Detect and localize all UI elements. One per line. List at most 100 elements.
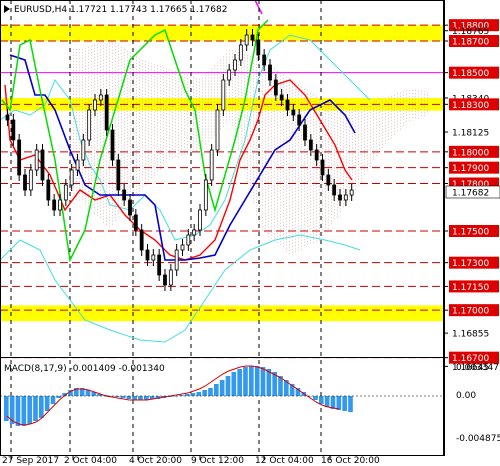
- candle-body: [326, 174, 331, 186]
- price-level-label: 1.17900: [452, 164, 489, 174]
- candle-body: [279, 94, 284, 101]
- candle-body: [168, 269, 173, 286]
- macd-bar: [348, 396, 353, 412]
- macd-bar: [126, 396, 132, 399]
- time-tick-label: 2 Oct 04:00: [64, 456, 117, 466]
- macd-scale-bottom: -0.004875: [456, 434, 500, 444]
- candle-body: [11, 119, 16, 141]
- macd-scale-top: 0.003347: [456, 363, 499, 373]
- macd-bar: [39, 396, 44, 418]
- candle-body: [198, 209, 202, 231]
- candle-body: [157, 254, 162, 276]
- candle-body: [332, 184, 337, 196]
- symbol-arrow-icon: [4, 5, 10, 13]
- macd-bar: [254, 366, 260, 396]
- macd-scale-zero: 0.00: [456, 391, 476, 401]
- price-level-label: 1.18700: [452, 38, 489, 48]
- macd-bar: [85, 390, 91, 396]
- price-level-label: 1.17500: [452, 227, 489, 237]
- candle-body: [180, 244, 185, 251]
- price-level-label: 1.18000: [452, 148, 489, 158]
- macd-bar: [21, 396, 27, 426]
- chart-canvas[interactable]: 1.188001.187651.187001.185001.183401.183…: [0, 0, 500, 466]
- candle-body: [52, 199, 57, 211]
- time-axis: 27 Sep 2017 2 Oct 04:00 4 Oct 20:00 9 Oct 1…: [2, 456, 380, 466]
- candle-body: [110, 129, 115, 161]
- candle-body: [93, 99, 97, 111]
- candle-body: [58, 199, 62, 211]
- yellow-zones: [0, 25, 444, 322]
- candle-body: [303, 124, 307, 141]
- candle-body: [314, 149, 319, 161]
- candle-body: [63, 184, 68, 201]
- candle-body: [87, 109, 92, 141]
- candle-body: [40, 149, 45, 181]
- macd-panel: [0, 365, 444, 426]
- time-tick-label: 9 Oct 12:00: [191, 456, 244, 466]
- candle-body: [122, 189, 127, 201]
- candle-body: [139, 229, 144, 251]
- macd-bar: [231, 372, 237, 396]
- candle-body: [17, 139, 22, 176]
- candle-body: [227, 69, 232, 81]
- price-level-label: 1.17300: [452, 259, 489, 269]
- candle-body: [28, 169, 33, 191]
- price-level-label: 1.18300: [452, 101, 489, 111]
- candle-body: [343, 194, 348, 201]
- candle-body: [256, 39, 261, 56]
- candles: [5, 29, 354, 291]
- candle-body: [23, 174, 27, 191]
- candle-body: [233, 59, 237, 71]
- slow-ma-line: [9, 54, 356, 261]
- macd-bar: [132, 396, 137, 400]
- macd-bar: [15, 396, 21, 426]
- candle-body: [238, 44, 243, 61]
- macd-bar: [243, 367, 248, 396]
- current-price-label: 1.17682: [452, 189, 489, 199]
- yellow-zone: [0, 305, 444, 322]
- indicator-lines: [0, 19, 371, 343]
- candle-body: [297, 114, 302, 126]
- macd-bar: [330, 396, 336, 409]
- macd-bar: [202, 390, 207, 396]
- level-lines: [0, 0, 444, 359]
- symbol-header: EURUSD,H4 1.17721 1.17743 1.17665 1.1768…: [14, 5, 227, 15]
- time-tick-label: 4 Oct 20:00: [129, 456, 182, 466]
- candle-body: [145, 249, 150, 261]
- candle-body: [320, 159, 325, 176]
- time-tick-label: 27 Sep 2017: [2, 456, 59, 466]
- macd-label: MACD(8,17,9) -0.001409 -0.001340: [4, 364, 165, 374]
- candle-body: [98, 94, 103, 101]
- macd-bar: [190, 393, 196, 396]
- macd-bar: [319, 396, 324, 404]
- candle-body: [244, 34, 249, 46]
- macd-bar: [219, 380, 225, 396]
- chart-window[interactable]: 1.188001.187651.187001.185001.183401.183…: [0, 0, 500, 466]
- macd-bar: [196, 392, 202, 396]
- candle-body: [69, 169, 74, 186]
- candle-body: [128, 199, 132, 216]
- macd-bar: [44, 396, 50, 411]
- macd-bar: [313, 396, 318, 400]
- macd-bar: [225, 376, 231, 396]
- price-axis: 1.188001.187651.187001.185001.183401.183…: [444, 0, 499, 456]
- candle-body: [273, 79, 278, 96]
- candle-body: [215, 109, 220, 151]
- candle-body: [34, 149, 39, 171]
- time-tick-label: 12 Oct 04:00: [255, 456, 314, 466]
- candle-body: [116, 159, 121, 191]
- macd-bar: [249, 366, 254, 396]
- candle-body: [163, 274, 167, 286]
- candle-body: [203, 179, 208, 211]
- candle-body: [5, 114, 10, 121]
- price-level-label: 1.18500: [452, 69, 489, 79]
- macd-bar: [336, 396, 342, 410]
- macd-bar: [324, 396, 330, 407]
- candle-body: [285, 99, 290, 111]
- candle-body: [104, 94, 109, 131]
- macd-signal-line: [6, 365, 340, 426]
- candle-body: [46, 179, 51, 201]
- macd-bar: [9, 396, 15, 424]
- macd-bar: [208, 388, 213, 396]
- candle-body: [262, 54, 267, 66]
